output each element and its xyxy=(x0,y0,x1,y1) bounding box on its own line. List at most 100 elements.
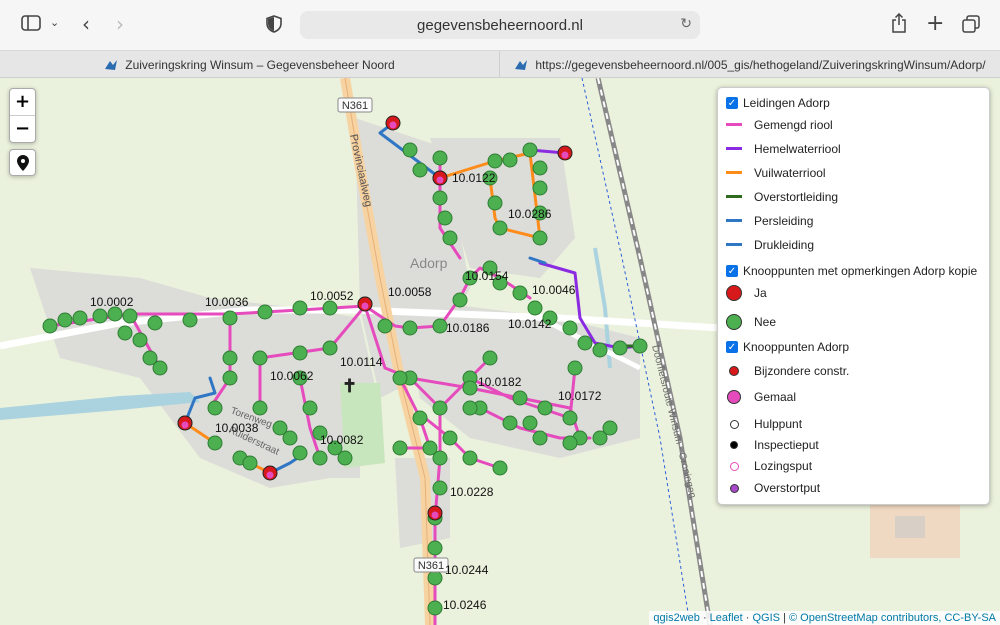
new-tab-icon[interactable]: + xyxy=(926,13,944,35)
manhole-node[interactable] xyxy=(462,400,478,416)
manhole-node[interactable] xyxy=(492,220,508,236)
manhole-node[interactable] xyxy=(292,345,308,361)
manhole-node[interactable] xyxy=(442,430,458,446)
osm-link[interactable]: © OpenStreetMap contributors, CC-BY-SA xyxy=(789,612,996,624)
manhole-node[interactable] xyxy=(412,162,428,178)
manhole-node[interactable] xyxy=(432,480,448,496)
checkbox-icon[interactable]: ✓ xyxy=(726,341,738,353)
manhole-node[interactable] xyxy=(257,304,273,320)
manhole-node[interactable] xyxy=(427,600,443,616)
manhole-node[interactable] xyxy=(222,370,238,386)
manhole-node[interactable] xyxy=(322,340,338,356)
manhole-node[interactable] xyxy=(252,350,268,366)
privacy-shield-icon[interactable] xyxy=(266,15,282,37)
manhole-node[interactable] xyxy=(207,400,223,416)
manhole-node[interactable] xyxy=(422,440,438,456)
manhole-node[interactable] xyxy=(487,195,503,211)
manhole-node[interactable] xyxy=(562,435,578,451)
chevron-down-icon[interactable]: ⌄ xyxy=(50,17,59,28)
manhole-node[interactable] xyxy=(117,325,133,341)
manhole-node[interactable] xyxy=(432,400,448,416)
manhole-node[interactable] xyxy=(107,306,123,322)
manhole-node[interactable] xyxy=(432,318,448,334)
manhole-node[interactable] xyxy=(42,318,58,334)
manhole-node[interactable] xyxy=(322,300,338,316)
manhole-node[interactable] xyxy=(502,152,518,168)
manhole-node[interactable] xyxy=(57,312,73,328)
manhole-node[interactable] xyxy=(392,440,408,456)
manhole-node[interactable] xyxy=(222,310,238,326)
manhole-node[interactable] xyxy=(522,415,538,431)
manhole-node[interactable] xyxy=(207,435,223,451)
forward-icon[interactable]: › xyxy=(116,14,124,34)
manhole-node[interactable] xyxy=(152,360,168,376)
manhole-node[interactable] xyxy=(282,430,298,446)
manhole-node[interactable] xyxy=(337,450,353,466)
share-icon[interactable] xyxy=(891,12,907,37)
zoom-in-button[interactable]: + xyxy=(10,89,35,116)
reload-icon[interactable]: ↻ xyxy=(680,16,692,32)
manhole-node[interactable] xyxy=(72,310,88,326)
manhole-node[interactable] xyxy=(302,400,318,416)
manhole-node[interactable] xyxy=(92,308,108,324)
manhole-node[interactable] xyxy=(487,153,503,169)
tab-overview-icon[interactable] xyxy=(962,15,980,37)
tab-url[interactable]: https://gegevensbeheernoord.nl/005_gis/h… xyxy=(500,51,1000,78)
manhole-node[interactable] xyxy=(502,415,518,431)
manhole-node[interactable] xyxy=(412,410,428,426)
checkbox-icon[interactable]: ✓ xyxy=(726,97,738,109)
manhole-node[interactable] xyxy=(437,210,453,226)
manhole-node[interactable] xyxy=(492,460,508,476)
manhole-node[interactable] xyxy=(512,390,528,406)
tab-zuiveringskring[interactable]: Zuiveringskring Winsum – Gegevensbeheer … xyxy=(0,51,500,78)
leaflet-link[interactable]: Leaflet xyxy=(710,612,743,624)
back-icon[interactable]: ‹ xyxy=(82,14,90,34)
manhole-node[interactable] xyxy=(522,142,538,158)
manhole-node[interactable] xyxy=(462,380,478,396)
manhole-node[interactable] xyxy=(592,342,608,358)
manhole-node[interactable] xyxy=(527,300,543,316)
sidebar-icon[interactable] xyxy=(21,15,41,35)
manhole-node[interactable] xyxy=(532,230,548,246)
layer-toggle-leidingen[interactable]: ✓ Leidingen Adorp xyxy=(726,94,830,112)
locate-button[interactable] xyxy=(9,149,36,176)
manhole-node[interactable] xyxy=(392,370,408,386)
manhole-node[interactable] xyxy=(222,350,238,366)
manhole-node[interactable] xyxy=(482,350,498,366)
manhole-node[interactable] xyxy=(562,320,578,336)
manhole-node[interactable] xyxy=(312,450,328,466)
manhole-node[interactable] xyxy=(432,190,448,206)
manhole-node[interactable] xyxy=(442,230,458,246)
manhole-node[interactable] xyxy=(602,420,618,436)
manhole-node[interactable] xyxy=(132,332,148,348)
manhole-node[interactable] xyxy=(562,410,578,426)
manhole-node[interactable] xyxy=(452,292,468,308)
layer-toggle-knooppunten-opmerkingen[interactable]: ✓ Knooppunten met opmerkingen Adorp kopi… xyxy=(726,262,977,280)
manhole-node[interactable] xyxy=(182,312,198,328)
manhole-node[interactable] xyxy=(612,340,628,356)
manhole-node[interactable] xyxy=(292,300,308,316)
manhole-node[interactable] xyxy=(567,360,583,376)
manhole-node[interactable] xyxy=(632,338,648,354)
manhole-node[interactable] xyxy=(537,400,553,416)
manhole-node[interactable] xyxy=(427,540,443,556)
manhole-node[interactable] xyxy=(577,335,593,351)
address-bar[interactable]: gegevensbeheernoord.nl ↻ xyxy=(300,11,700,39)
manhole-node[interactable] xyxy=(402,320,418,336)
manhole-node[interactable] xyxy=(427,570,443,586)
manhole-node[interactable] xyxy=(402,142,418,158)
manhole-node[interactable] xyxy=(147,315,163,331)
manhole-node[interactable] xyxy=(462,450,478,466)
manhole-node[interactable] xyxy=(242,455,258,471)
manhole-node[interactable] xyxy=(377,318,393,334)
manhole-node[interactable] xyxy=(432,150,448,166)
manhole-node[interactable] xyxy=(292,445,308,461)
manhole-node[interactable] xyxy=(532,160,548,176)
checkbox-icon[interactable]: ✓ xyxy=(726,265,738,277)
manhole-node[interactable] xyxy=(532,180,548,196)
zoom-out-button[interactable]: − xyxy=(10,116,35,143)
manhole-node[interactable] xyxy=(512,285,528,301)
manhole-node[interactable] xyxy=(532,430,548,446)
qgis-link[interactable]: QGIS xyxy=(752,612,780,624)
map-view[interactable]: N361 Provinciaalweg N361 Doorfietsroute … xyxy=(0,78,1000,625)
